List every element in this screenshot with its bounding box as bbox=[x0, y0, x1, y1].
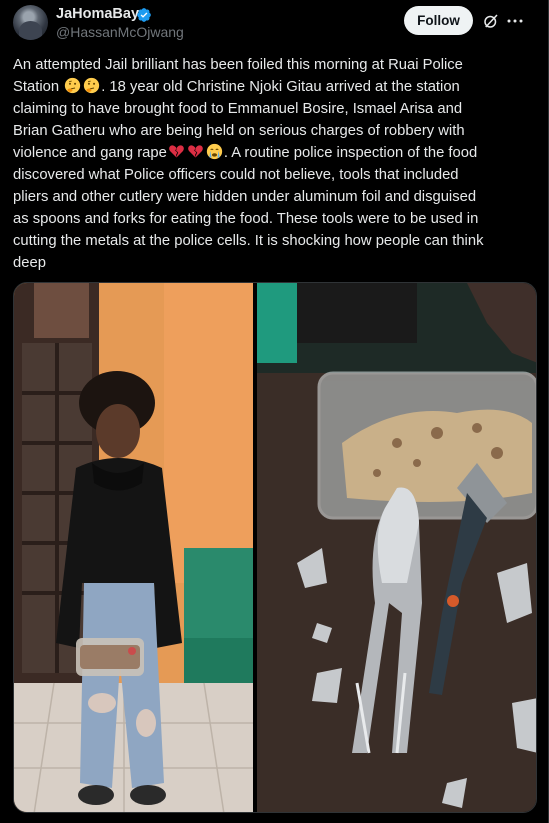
photo-foil-tools-illustration bbox=[257, 283, 536, 812]
broken-heart-emoji bbox=[169, 145, 184, 158]
tweet-fragment: . 18 year old Christine Njoki Gitau arri… bbox=[101, 79, 460, 95]
broken-heart-emoji bbox=[188, 145, 203, 158]
tweet-fragment: . A routine police inspection of the foo… bbox=[223, 145, 478, 161]
tweet-line: Station . 18 year old Christine Njoki Gi… bbox=[13, 76, 533, 98]
more-options-icon[interactable] bbox=[506, 12, 524, 30]
photo-young-woman-illustration bbox=[14, 283, 253, 812]
tweet-line: discovered what Police officers could no… bbox=[13, 167, 459, 183]
tweet-line: An attempted Jail brilliant has been foi… bbox=[13, 57, 463, 73]
tweet-line: Brian Gatheru who are being held on seri… bbox=[13, 123, 465, 139]
author-handle[interactable]: @HassanMcOjwang bbox=[56, 24, 184, 40]
thinking-face-emoji bbox=[84, 77, 100, 94]
tweet-line: pliers and other cutlery were hidden und… bbox=[13, 189, 477, 205]
tweet-media[interactable] bbox=[13, 282, 537, 813]
tweet-line: deep bbox=[13, 255, 46, 271]
tweet-text: An attempted Jail brilliant has been foi… bbox=[13, 54, 533, 274]
author-avatar[interactable] bbox=[13, 5, 48, 40]
tweet-line: claiming to have brought food to Emmanue… bbox=[13, 101, 463, 117]
tweet-line: violence and gang rape . A routine police… bbox=[13, 142, 533, 164]
photo-foil-tools[interactable] bbox=[257, 283, 536, 812]
tweet-line: as spoons and forks for eating the food.… bbox=[13, 211, 479, 227]
tweet-fragment: Station bbox=[13, 79, 60, 95]
verified-badge-icon bbox=[137, 8, 151, 22]
tweet-line: cutting the metals at the police cells. … bbox=[13, 233, 484, 249]
grok-icon[interactable] bbox=[482, 12, 500, 30]
follow-button[interactable]: Follow bbox=[404, 6, 473, 35]
tweet-fragment: violence and gang rape bbox=[13, 145, 167, 161]
crying-face-emoji bbox=[206, 143, 222, 160]
tweet-card: JaHomaBay @HassanMcOjwang Follow An atte… bbox=[0, 0, 549, 823]
author-display-name[interactable]: JaHomaBay bbox=[56, 6, 139, 22]
thinking-face-emoji bbox=[65, 77, 81, 94]
photo-young-woman[interactable] bbox=[14, 283, 253, 812]
